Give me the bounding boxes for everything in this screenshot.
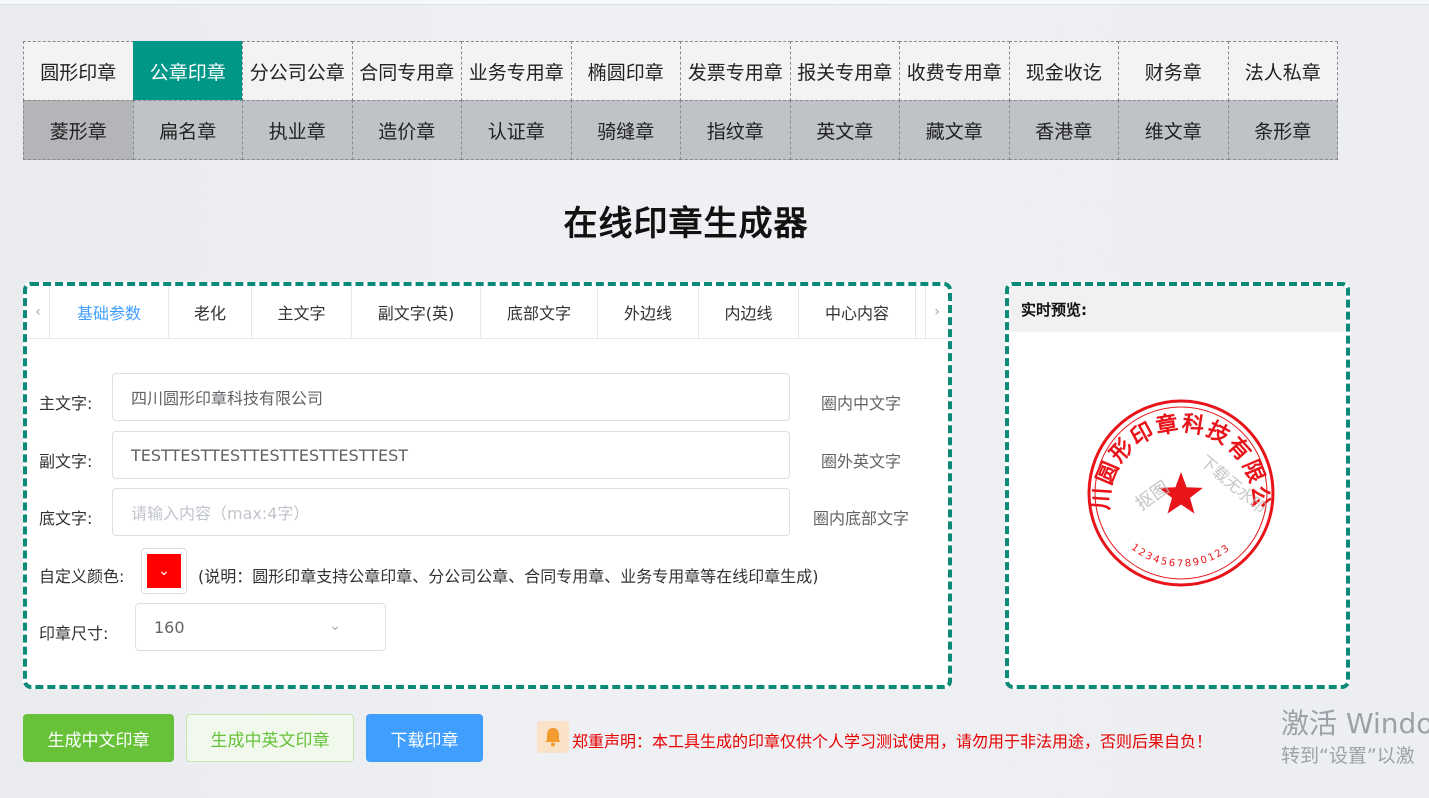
stamp-type-row1-1[interactable]: 公章印章 — [132, 41, 243, 101]
stamp-type-row2-2[interactable]: 执业章 — [242, 100, 353, 160]
tab-6[interactable]: 内边线 — [699, 286, 799, 338]
stamp-type-row2-4[interactable]: 认证章 — [461, 100, 572, 160]
main-text-row: 主文字: — [39, 390, 92, 414]
stamp-type-row-2: 菱形章 扁名章 执业章 造价章 认证章 骑缝章 指纹章 英文章 藏文章 香港章 维文章 条形章 — [23, 100, 1349, 161]
stamp-watermark-1: 抠图 — [1132, 477, 1174, 515]
download-stamp-button[interactable]: 下载印章 — [366, 714, 483, 762]
bell-icon — [537, 721, 569, 753]
stamp-type-row1-6[interactable]: 发票专用章 — [680, 41, 791, 101]
main-text-input[interactable]: 四川圆形印章科技有限公司 — [112, 373, 790, 421]
size-select[interactable]: 160 ⌄ — [135, 603, 386, 651]
tab-2[interactable]: 主文字 — [252, 286, 352, 338]
color-row: 自定义颜色: — [39, 563, 124, 587]
tab-7[interactable]: 中心内容 — [799, 286, 916, 338]
bottom-text-row: 底文字: — [39, 505, 92, 529]
stamp-type-row1-11[interactable]: 法人私章 — [1227, 41, 1338, 101]
sub-text-input[interactable]: TESTTESTTESTTESTTESTTESTTEST — [112, 431, 790, 479]
stamp-type-row1-9[interactable]: 现金收讫 — [1008, 41, 1119, 101]
stamp-type-row1-5[interactable]: 椭圆印章 — [570, 41, 681, 101]
stamp-code-text: 1234567890123 — [1129, 542, 1233, 570]
top-border — [0, 0, 1429, 5]
tab-3[interactable]: 副文字(英) — [352, 286, 481, 338]
size-select-value: 160 — [154, 617, 185, 637]
color-label: 自定义颜色: — [39, 567, 125, 586]
bell-glyph — [545, 728, 561, 747]
tab-4[interactable]: 底部文字 — [481, 286, 598, 338]
watermark-line-1: 激活 Windo — [1281, 707, 1429, 740]
bottom-text-input[interactable]: 请输入内容（max:4字） — [112, 488, 790, 536]
stamp-type-row1-2[interactable]: 分公司公章 — [242, 41, 353, 101]
size-label: 印章尺寸: — [39, 624, 109, 643]
settings-tabs: ‹ 基础参数 老化 主文字 副文字(英) 底部文字 外边线 内边线 中心内容 › — [27, 286, 948, 339]
generate-chinese-english-stamp-button[interactable]: 生成中英文印章 — [186, 714, 354, 762]
stamp-type-row2-3[interactable]: 造价章 — [351, 100, 462, 160]
page-title: 在线印章生成器 — [563, 204, 809, 244]
stamp-type-row2-11[interactable]: 条形章 — [1227, 100, 1338, 160]
stamp-type-row2-1[interactable]: 扁名章 — [132, 100, 243, 160]
stamp-type-row1-10[interactable]: 财务章 — [1118, 41, 1229, 101]
stamp-type-row-1: 圆形印章 公章印章 分公司公章 合同专用章 业务专用章 椭圆印章 发票专用章 报关专用章 收费专… — [23, 41, 1349, 101]
settings-panel: ‹ 基础参数 老化 主文字 副文字(英) 底部文字 外边线 内边线 中心内容 › 主文字: 四川… — [23, 282, 952, 689]
generate-chinese-stamp-button[interactable]: 生成中文印章 — [23, 714, 174, 762]
tab-scroll-right-icon[interactable]: › — [925, 286, 948, 338]
main-text-hint: 圈内中文字 — [821, 394, 902, 413]
stamp-type-row1-3[interactable]: 合同专用章 — [351, 41, 462, 101]
stamp-type-row1-7[interactable]: 报关专用章 — [789, 41, 900, 101]
preview-title: 实时预览: — [1009, 286, 1346, 332]
tab-scroll-left-icon[interactable]: ‹ — [27, 286, 50, 338]
preview-panel: 实时预览: 四川圆形印章科技有限公司 1234567890123 抠图 下载无水… — [1005, 282, 1350, 689]
stamp-type-row1-0[interactable]: 圆形印章 — [23, 41, 134, 101]
stamp-image: 四川圆形印章科技有限公司 1234567890123 抠图 下载无水印 — [1069, 374, 1275, 587]
sub-text-row: 副文字: — [39, 448, 92, 472]
stamp-type-row2-10[interactable]: 维文章 — [1118, 100, 1229, 160]
stamp-type-grid: 圆形印章 公章印章 分公司公章 合同专用章 业务专用章 椭圆印章 发票专用章 报关专用章 收费专… — [23, 41, 1349, 161]
stamp-type-row2-0[interactable]: 菱形章 — [23, 100, 134, 160]
main-text-label: 主文字: — [39, 394, 93, 413]
stamp-type-row1-4[interactable]: 业务专用章 — [461, 41, 572, 101]
stamp-type-row2-5[interactable]: 骑缝章 — [570, 100, 681, 160]
legal-notice: 郑重声明：本工具生成的印章仅供个人学习测试使用，请勿用于非法用途，否则后果自负！ — [572, 732, 1213, 751]
stamp-type-row2-7[interactable]: 英文章 — [789, 100, 900, 160]
bottom-text-label: 底文字: — [39, 509, 93, 528]
windows-activation-watermark: 激活 Windo 转到“设置”以激 — [1281, 706, 1429, 770]
tab-0[interactable]: 基础参数 — [50, 286, 169, 338]
tab-1[interactable]: 老化 — [169, 286, 252, 338]
size-row: 印章尺寸: — [39, 620, 108, 644]
color-picker[interactable]: ⌄ — [141, 548, 187, 594]
color-note: (说明：圆形印章支持公章印章、分公司公章、合同专用章、业务专用章等在线印章生成) — [198, 567, 819, 586]
stamp-code-textpath: 1234567890123 — [1129, 542, 1231, 570]
sub-text-label: 副文字: — [39, 452, 93, 471]
stamp-preview: 四川圆形印章科技有限公司 1234567890123 抠图 下载无水印 — [1069, 374, 1281, 593]
watermark-line-2: 转到“设置”以激 — [1281, 745, 1415, 767]
stamp-type-row1-8[interactable]: 收费专用章 — [899, 41, 1010, 101]
chevron-down-icon: ⌄ — [147, 554, 181, 588]
stamp-type-row2-6[interactable]: 指纹章 — [680, 100, 791, 160]
stamp-type-row2-9[interactable]: 香港章 — [1008, 100, 1119, 160]
sub-text-hint: 圈外英文字 — [821, 452, 902, 471]
bottom-text-hint: 圈内底部文字 — [813, 509, 910, 528]
tab-5[interactable]: 外边线 — [598, 286, 699, 338]
chevron-down-icon: ⌄ — [329, 618, 341, 634]
stamp-type-row2-8[interactable]: 藏文章 — [899, 100, 1010, 160]
